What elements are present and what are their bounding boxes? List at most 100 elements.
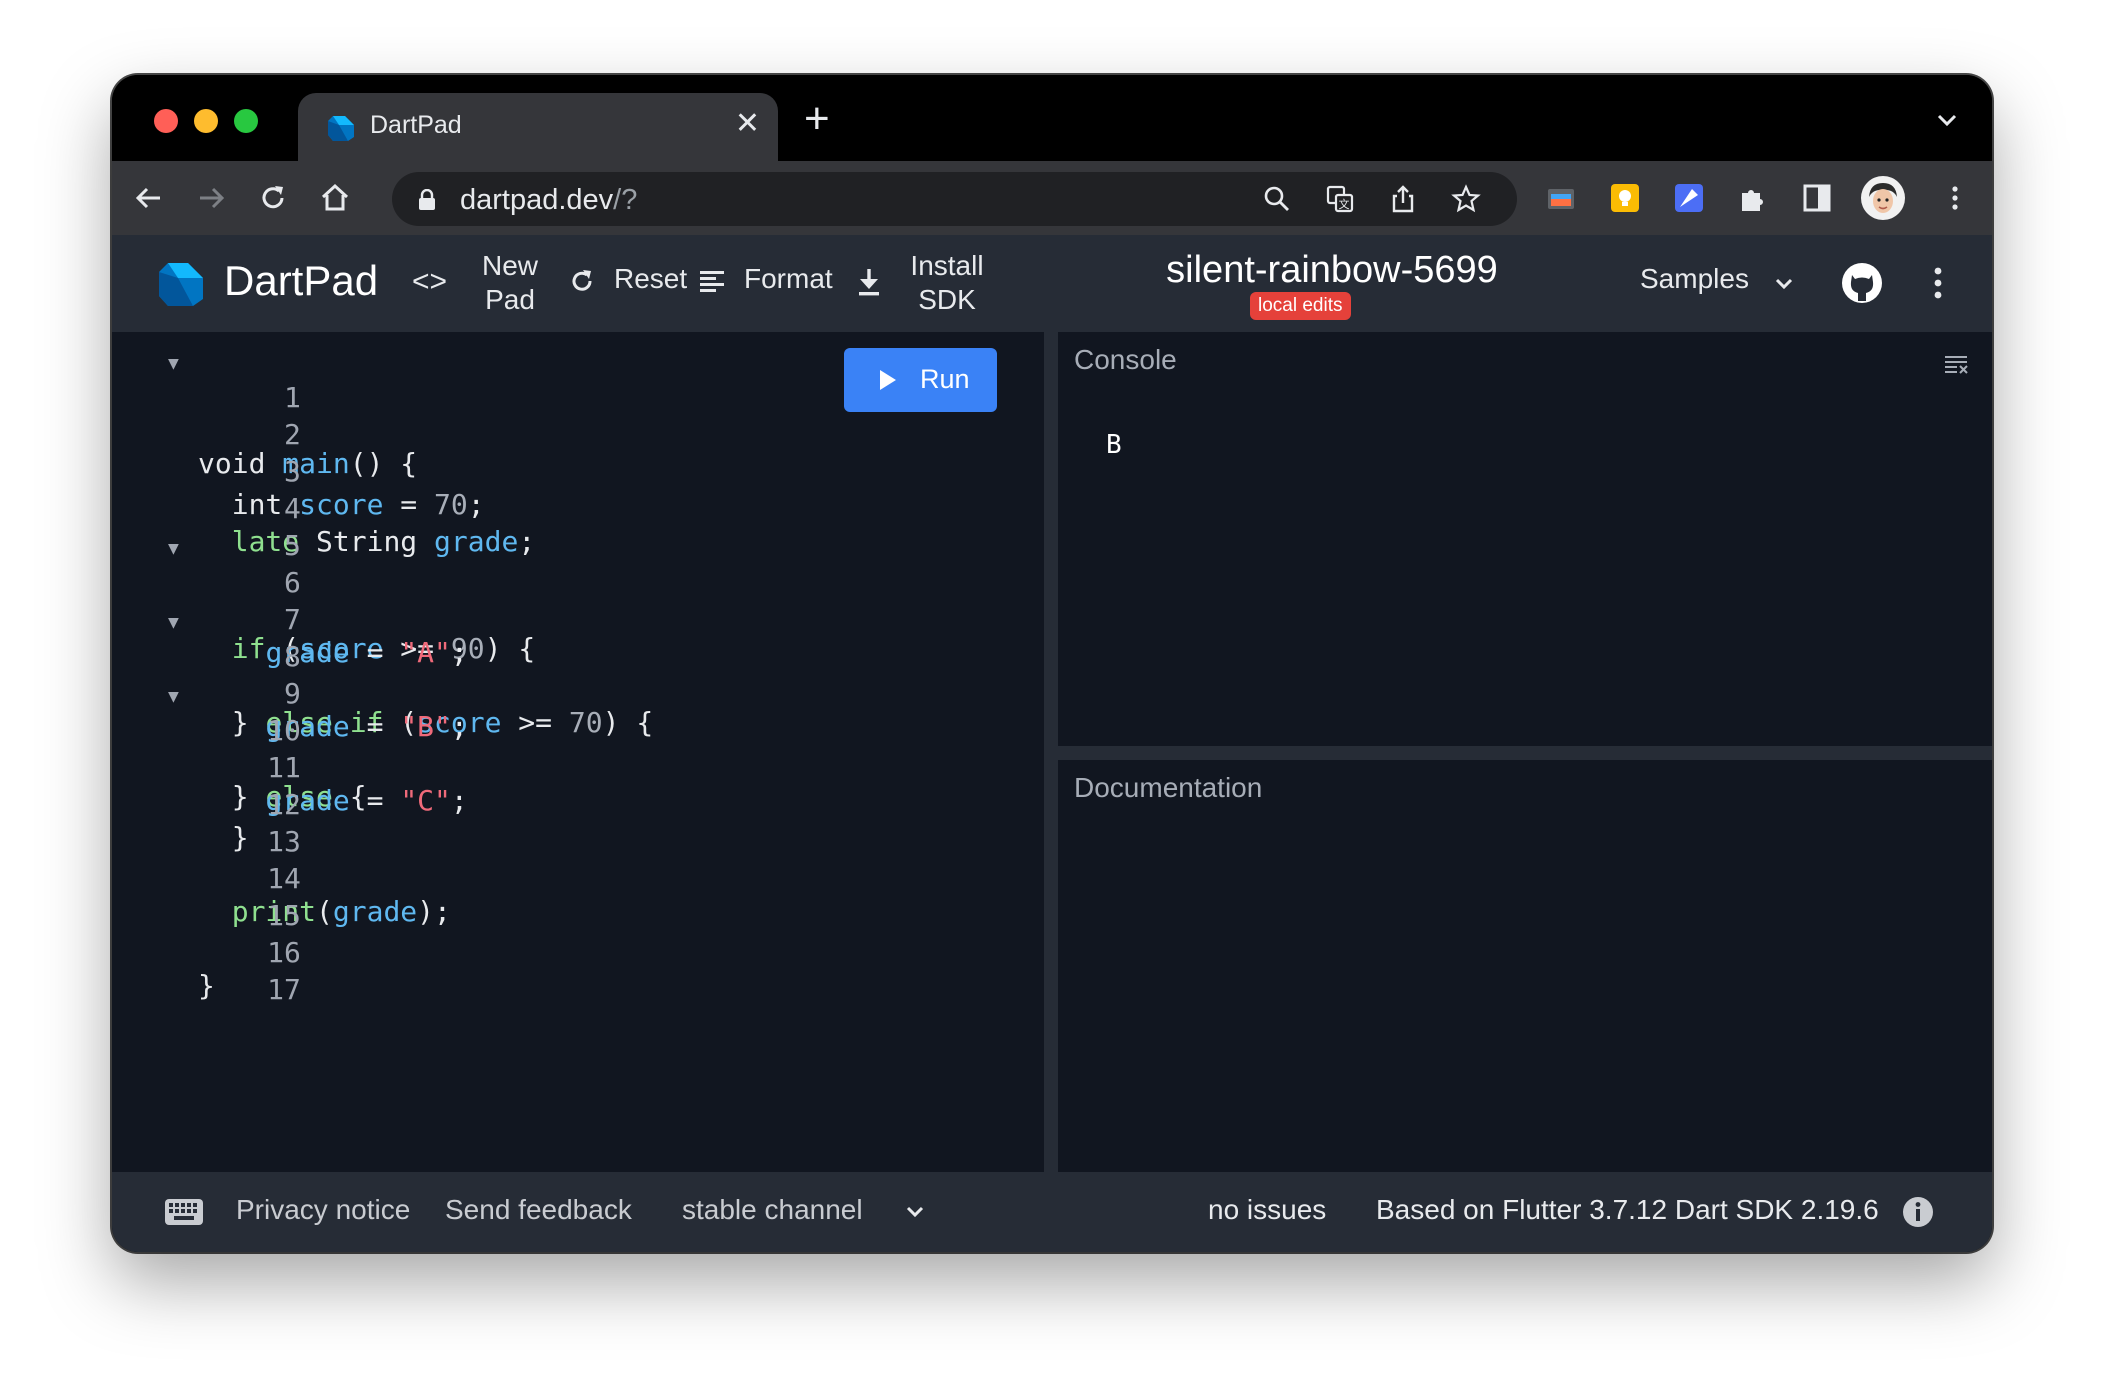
send-feedback-link[interactable]: Send feedback xyxy=(445,1194,632,1226)
maximize-window-button[interactable] xyxy=(234,109,258,133)
code-line: 13 xyxy=(112,792,301,858)
avatar[interactable] xyxy=(1860,175,1906,221)
code-line: 5 xyxy=(112,496,301,562)
new-pad-label-2: Pad xyxy=(485,284,535,315)
svg-text:文: 文 xyxy=(1339,197,1350,211)
browser-tab[interactable]: DartPad ✕ xyxy=(298,93,778,161)
privacy-notice-link[interactable]: Privacy notice xyxy=(236,1194,410,1226)
info-icon[interactable] xyxy=(1902,1196,1934,1228)
vertical-splitter[interactable] xyxy=(1044,332,1058,1172)
download-icon xyxy=(859,269,879,296)
channel-label: stable channel xyxy=(682,1194,863,1225)
code-line: 1 ▼ void main() { xyxy=(168,353,418,480)
minimize-window-button[interactable] xyxy=(194,109,218,133)
code-line: 10 ▼ } else { xyxy=(168,686,367,813)
code-line: 7 grade = "A"; xyxy=(112,570,467,669)
new-pad-label-1: New xyxy=(481,250,538,281)
code-line: 3 int score = 70; xyxy=(198,455,485,521)
line-number: 14 xyxy=(267,862,301,895)
line-number: 3 xyxy=(284,455,301,488)
refresh-icon xyxy=(572,270,592,291)
reload-icon[interactable] xyxy=(256,181,290,215)
app-extension-icon[interactable] xyxy=(1672,181,1706,215)
samples-label: Samples xyxy=(1640,263,1749,294)
more-vert-icon[interactable] xyxy=(1938,181,1972,215)
extension-icon[interactable] xyxy=(1544,181,1578,215)
console-output: B xyxy=(1106,430,1122,460)
install-label-1: Install xyxy=(910,250,984,281)
run-button[interactable]: Run xyxy=(844,348,997,412)
fold-arrow-icon[interactable]: ▼ xyxy=(168,686,179,707)
forward-icon[interactable] xyxy=(194,181,228,215)
embed-code-icon[interactable]: <> xyxy=(412,265,447,299)
line-number: 1 xyxy=(284,381,301,414)
fold-arrow-icon[interactable]: ▼ xyxy=(168,353,179,374)
line-number: 10 xyxy=(267,714,301,747)
line-number: 16 xyxy=(267,936,301,969)
line-number: 4 xyxy=(284,492,301,525)
reset-button[interactable]: Reset xyxy=(568,263,698,303)
chevron-down-icon[interactable] xyxy=(1932,105,1962,135)
footer-bar: Privacy notice Send feedback stable chan… xyxy=(112,1172,1992,1252)
play-icon xyxy=(880,370,896,390)
puzzle-icon[interactable] xyxy=(1736,181,1770,215)
keep-extension-icon[interactable] xyxy=(1608,181,1642,215)
status-badge: local edits xyxy=(1250,292,1351,320)
samples-dropdown[interactable]: Samples xyxy=(1640,263,1800,303)
format-align-icon xyxy=(700,271,724,292)
keyboard-icon[interactable] xyxy=(164,1198,204,1226)
code-line: 8 ▼ } else if (score >= 70) { xyxy=(168,612,654,739)
documentation-panel: Documentation xyxy=(1058,760,1992,1172)
line-number: 7 xyxy=(284,603,301,636)
line-number: 6 xyxy=(284,566,301,599)
install-sdk-button[interactable]: Install SDK xyxy=(856,249,996,319)
new-tab-button[interactable]: + xyxy=(804,97,830,141)
install-label-2: SDK xyxy=(918,284,976,315)
documentation-title: Documentation xyxy=(1074,772,1263,803)
issues-status[interactable]: no issues xyxy=(1208,1194,1326,1226)
version-info: Based on Flutter 3.7.12 Dart SDK 2.19.6 xyxy=(1376,1194,1879,1225)
tab-strip: DartPad ✕ + xyxy=(112,75,1992,161)
dartpad-brand[interactable]: DartPad xyxy=(224,257,378,305)
fold-arrow-icon[interactable]: ▼ xyxy=(168,612,179,633)
close-tab-icon[interactable]: ✕ xyxy=(735,109,760,139)
pad-title[interactable]: silent-rainbow-5699 xyxy=(1162,249,1502,292)
lock-icon[interactable] xyxy=(418,189,436,211)
browser-window: DartPad ✕ + dartpad.dev/? 文 DartPad <> N… xyxy=(112,75,1992,1252)
code-line: 9 grade = "B"; xyxy=(112,644,467,743)
back-icon[interactable] xyxy=(132,181,166,215)
dartpad-header: DartPad <> New Pad Reset Format Install … xyxy=(112,235,1992,332)
channel-dropdown[interactable]: stable channel xyxy=(682,1194,924,1234)
fold-arrow-icon[interactable]: ▼ xyxy=(168,538,179,559)
dart-logo-icon xyxy=(328,116,354,141)
chevron-down-icon xyxy=(1775,278,1793,290)
code-line: 4 late String grade; xyxy=(198,492,536,558)
format-label: Format xyxy=(744,263,833,294)
url-text[interactable]: dartpad.dev/? xyxy=(460,184,637,217)
code-line: 2 xyxy=(112,385,301,451)
search-icon[interactable] xyxy=(1262,184,1292,214)
side-panel-icon[interactable] xyxy=(1800,181,1834,215)
code-line: 14 print(grade); xyxy=(198,862,451,928)
line-number: 11 xyxy=(267,751,301,784)
close-window-button[interactable] xyxy=(154,109,178,133)
format-button[interactable]: Format xyxy=(698,263,838,303)
bookmark-star-icon[interactable] xyxy=(1451,184,1481,214)
code-line: 15 xyxy=(112,866,301,932)
code-editor[interactable]: 1 ▼ void main() { 2 3 int score = 70; 4 … xyxy=(112,332,1044,1172)
new-pad-button[interactable]: New Pad xyxy=(472,249,548,317)
home-icon[interactable] xyxy=(318,181,352,215)
line-number: 2 xyxy=(284,418,301,451)
horizontal-splitter[interactable] xyxy=(1058,746,1992,760)
address-bar[interactable]: dartpad.dev/? 文 xyxy=(392,172,1517,226)
github-icon[interactable] xyxy=(1840,261,1884,305)
code-line: 17 xyxy=(112,940,301,1006)
more-vert-icon[interactable] xyxy=(1928,263,1948,303)
line-number: 15 xyxy=(267,899,301,932)
code-line: 6 ▼ if (score >= 90) { xyxy=(168,538,536,665)
translate-icon[interactable]: 文 xyxy=(1325,184,1355,214)
line-number: 8 xyxy=(284,640,301,673)
dart-logo-icon[interactable] xyxy=(156,259,206,309)
share-icon[interactable] xyxy=(1388,184,1418,214)
clear-console-icon[interactable] xyxy=(1944,354,1970,374)
